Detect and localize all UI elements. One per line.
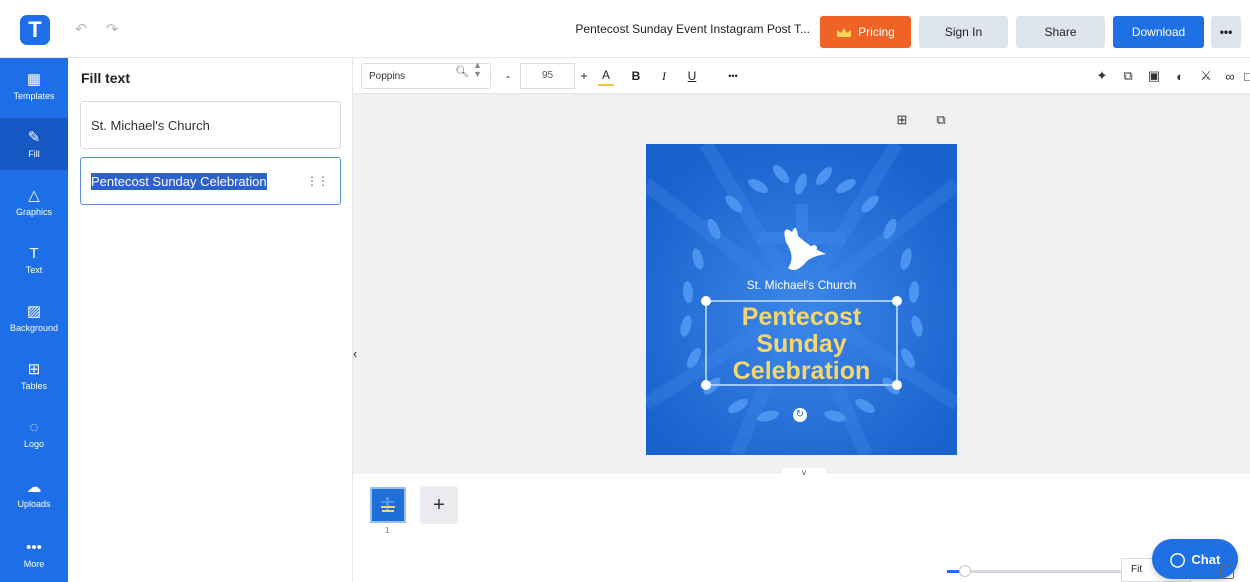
- field-value-selected: Pentecost Sunday Celebration: [91, 172, 267, 190]
- fill-text-panel: Fill text St. Michael's Church Pentecost…: [68, 58, 353, 582]
- app-logo[interactable]: T: [20, 15, 50, 45]
- page-thumbnail-preview: [381, 497, 395, 512]
- copy-page-icon[interactable]: ⧉: [933, 112, 949, 128]
- sidebar-item-label: Templates: [13, 91, 55, 101]
- sidebar-item-label: Graphics: [15, 207, 52, 217]
- bold-button[interactable]: B: [629, 66, 643, 86]
- layers-icon[interactable]: ▣: [1145, 66, 1163, 86]
- download-button[interactable]: Download: [1113, 16, 1204, 48]
- canvas-workspace: ⊞ ⧉ ‹ St. Michael's Church Pentecost Sun…: [353, 94, 1250, 474]
- text-icon: T: [29, 245, 39, 262]
- add-element-icon[interactable]: ⊞: [894, 112, 910, 128]
- background-icon: ▨: [26, 303, 42, 320]
- logo-icon: ◌: [29, 419, 39, 436]
- church-name-field[interactable]: St. Michael's Church: [80, 101, 341, 149]
- headline-selection-box[interactable]: Pentecost Sunday Celebration: [701, 296, 902, 390]
- drag-handle-icon[interactable]: ⋮⋮: [306, 174, 329, 188]
- toolbar-more-button[interactable]: •••: [723, 66, 743, 86]
- collapse-panel-icon[interactable]: ‹: [353, 346, 363, 366]
- add-page-button[interactable]: +: [420, 486, 458, 524]
- sidebar-item-tables[interactable]: ⊞ Tables: [0, 350, 68, 402]
- pricing-button[interactable]: Pricing: [820, 16, 911, 48]
- fullscreen-icon[interactable]: [1220, 565, 1234, 579]
- headline-line: Sunday: [756, 330, 847, 358]
- panel-title: Fill text: [81, 70, 131, 86]
- rotate-handle-icon[interactable]: ↻: [793, 408, 807, 422]
- sidebar-item-label: Logo: [23, 439, 45, 449]
- sidebar-item-templates[interactable]: ▦ Templates: [0, 60, 68, 112]
- sidebar-item-logo[interactable]: ◌ Logo: [0, 408, 68, 460]
- resize-handle[interactable]: [701, 296, 711, 306]
- headline-field[interactable]: Pentecost Sunday Celebration ⋮⋮: [80, 157, 341, 205]
- format-painter-icon[interactable]: ✦: [1093, 66, 1111, 86]
- pencil-icon: ✎: [27, 129, 41, 146]
- more-icon: •••: [26, 539, 42, 556]
- increase-size-button[interactable]: +: [577, 66, 591, 86]
- font-stepper-icon[interactable]: ▲ ▼: [473, 61, 482, 79]
- crown-icon: [837, 27, 852, 37]
- duplicate-icon[interactable]: ⧉: [1119, 66, 1137, 86]
- sidebar-item-background[interactable]: ▨ Background: [0, 292, 68, 344]
- field-value: St. Michael's Church: [91, 117, 210, 133]
- sidebar-item-label: Uploads: [17, 499, 51, 509]
- sidebar-item-label: Background: [9, 323, 59, 333]
- resize-handle[interactable]: [701, 380, 711, 390]
- underline-button[interactable]: U: [685, 66, 699, 86]
- sidebar-item-fill[interactable]: ✎ Fill: [0, 118, 68, 170]
- design-canvas[interactable]: St. Michael's Church Pentecost Sunday Ce…: [646, 144, 957, 455]
- decrease-size-button[interactable]: -: [501, 66, 515, 86]
- pricing-label: Pricing: [858, 25, 895, 39]
- italic-button[interactable]: I: [657, 66, 671, 86]
- expand-pages-icon[interactable]: ˅: [782, 468, 826, 480]
- sidebar-item-label: Fill: [28, 149, 40, 159]
- font-size-input[interactable]: 95: [520, 63, 575, 89]
- delete-icon[interactable]: □: [1243, 66, 1250, 86]
- table-icon: ⊞: [27, 361, 41, 378]
- canvas-church-name[interactable]: St. Michael's Church: [646, 278, 957, 292]
- font-name: Poppins: [369, 71, 406, 82]
- document-title[interactable]: Pentecost Sunday Event Instagram Post T.…: [540, 22, 810, 36]
- resize-handle[interactable]: [892, 380, 902, 390]
- font-family-select[interactable]: Poppins: [361, 63, 491, 89]
- upload-icon: ☁: [26, 479, 42, 496]
- page-number: 1: [385, 526, 390, 535]
- sign-in-button[interactable]: Sign In: [919, 16, 1008, 48]
- link-icon[interactable]: ∞: [1221, 66, 1239, 86]
- page-thumbnail[interactable]: [370, 487, 406, 523]
- undo-icon[interactable]: ↶: [72, 20, 90, 38]
- resize-handle[interactable]: [892, 296, 902, 306]
- headline-text: Pentecost Sunday Celebration: [707, 304, 896, 385]
- search-icon[interactable]: 🔍︎: [455, 65, 469, 78]
- sidebar-item-graphics[interactable]: △ Graphics: [0, 176, 68, 228]
- sidebar-item-more[interactable]: ••• More: [0, 528, 68, 580]
- chat-bubble-icon: ◯: [1169, 550, 1186, 567]
- align-icon[interactable]: ⚔: [1197, 66, 1215, 86]
- headline-line: Celebration: [732, 357, 871, 385]
- opacity-icon[interactable]: ◐: [1171, 66, 1189, 86]
- more-options-button[interactable]: •••: [1211, 16, 1241, 48]
- sidebar: ▦ Templates ✎ Fill △ Graphics T Text ▨ B…: [0, 58, 68, 582]
- headline-line: Pentecost: [741, 303, 862, 331]
- sidebar-item-uploads[interactable]: ☁ Uploads: [0, 468, 68, 520]
- share-button[interactable]: Share: [1016, 16, 1105, 48]
- zoom-slider[interactable]: [947, 565, 1122, 577]
- sidebar-item-label: More: [23, 559, 45, 569]
- page-bar: ˅ 1 + Fit ◯ Chat: [353, 468, 1250, 582]
- sidebar-item-label: Tables: [20, 381, 47, 391]
- text-color-button[interactable]: A: [598, 66, 614, 86]
- templates-icon: ▦: [26, 71, 42, 88]
- shapes-icon: △: [28, 187, 40, 204]
- chat-label: Chat: [1191, 551, 1221, 567]
- top-bar: T ↶ ↷ Pentecost Sunday Event Instagram P…: [0, 0, 1250, 58]
- sidebar-item-label: Text: [25, 265, 43, 275]
- zoom-slider-knob[interactable]: [958, 565, 971, 577]
- sidebar-item-text[interactable]: T Text: [0, 234, 68, 286]
- redo-icon[interactable]: ↷: [103, 20, 121, 38]
- text-toolbar: Poppins 🔍︎ ▲ ▼ - 95 + A B I U ••• ✦ ⧉ ▣ ◐…: [353, 58, 1250, 94]
